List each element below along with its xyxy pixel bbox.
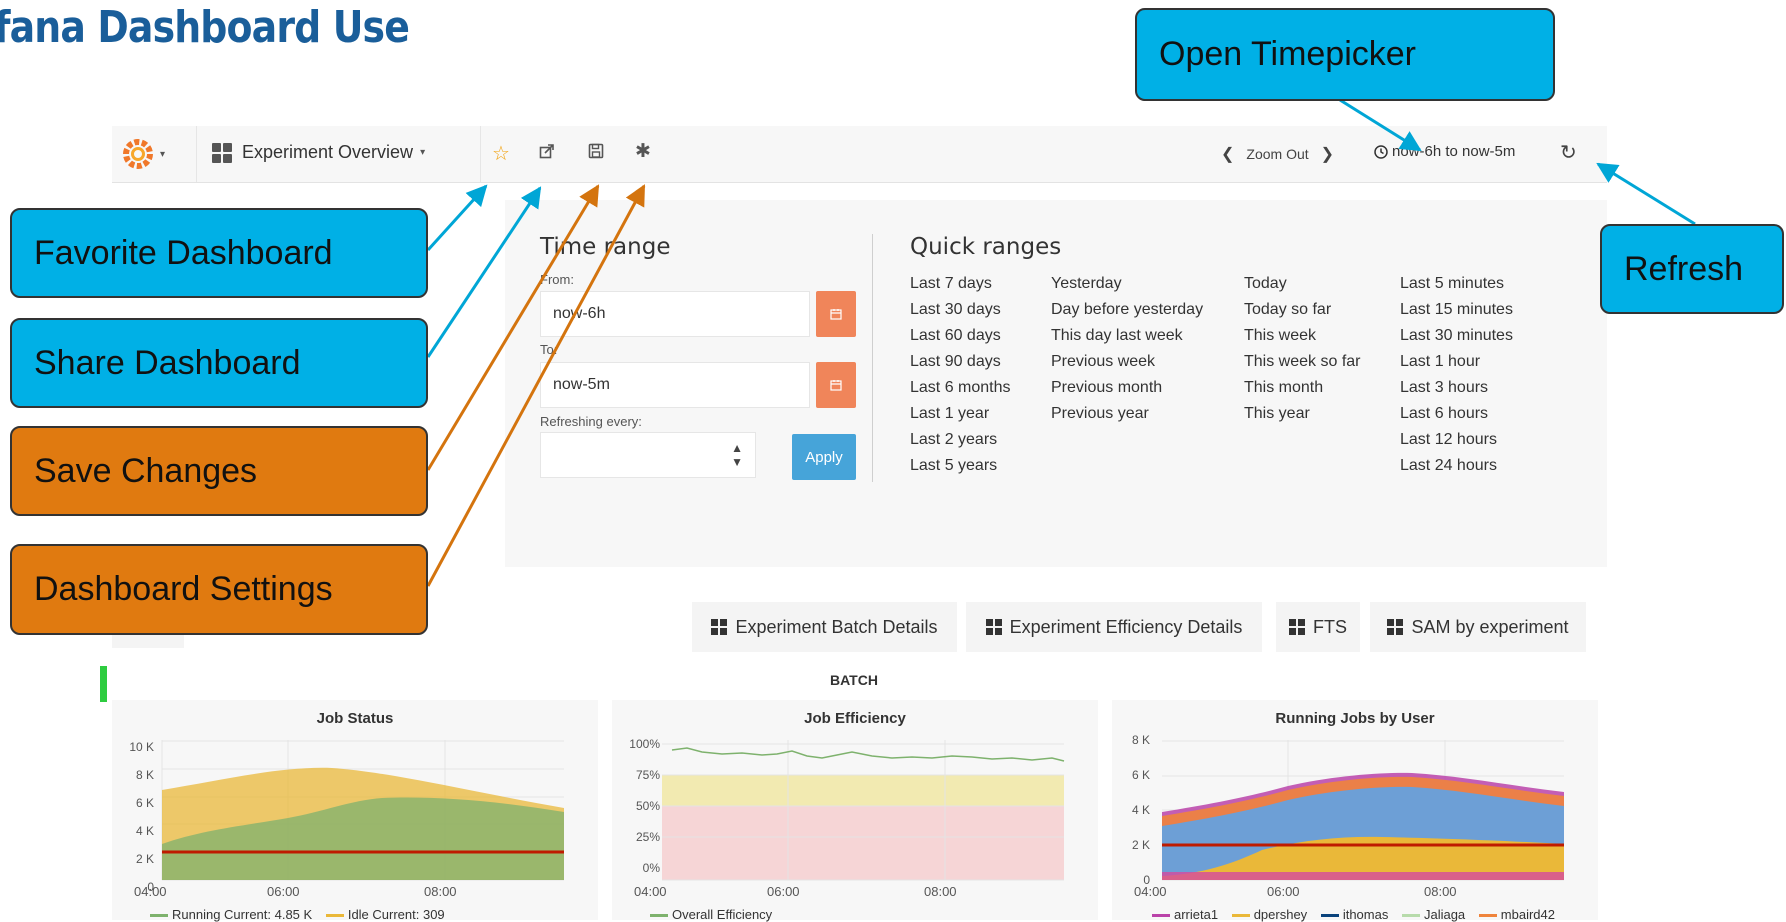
- callout-save-changes: Save Changes: [10, 426, 428, 516]
- callout-share-dashboard: Share Dashboard: [10, 318, 428, 408]
- arrow-open-timepicker: [1339, 98, 1422, 152]
- callout-open-timepicker: Open Timepicker: [1135, 8, 1555, 101]
- arrow-favorite: [426, 184, 488, 252]
- arrow-refresh: [1596, 162, 1696, 226]
- callout-favorite-dashboard: Favorite Dashboard: [10, 208, 428, 298]
- callout-dashboard-settings: Dashboard Settings: [10, 544, 428, 635]
- arrow-share: [426, 186, 542, 358]
- arrow-settings: [426, 184, 646, 587]
- callout-refresh: Refresh: [1600, 224, 1784, 314]
